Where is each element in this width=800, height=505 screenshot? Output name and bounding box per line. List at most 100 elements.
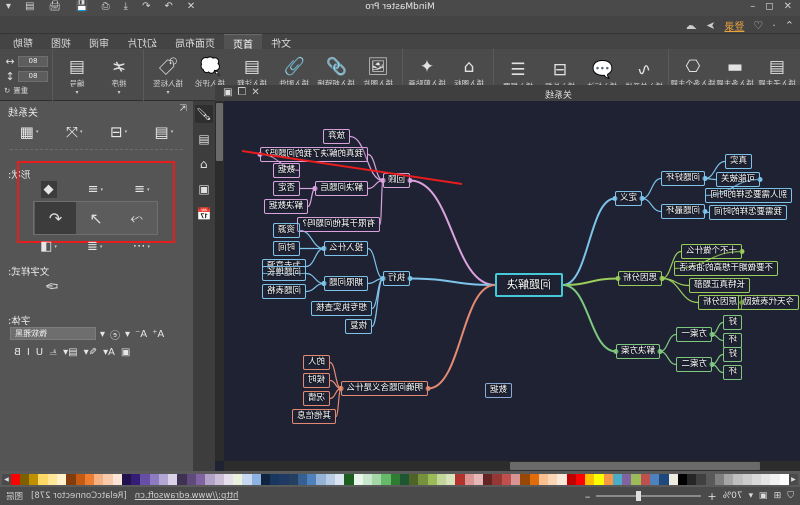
mindmap-node[interactable]: 问题好坏 <box>660 171 705 187</box>
quick-access-toolbar[interactable]: ✕ ↷ ↶ ⤓ ⎙ 💾 🖨 ▤ ▾ <box>6 1 195 12</box>
horizontal-scroll-thumb[interactable] <box>510 462 760 470</box>
color-palette[interactable]: ◀ ▶ <box>0 471 800 487</box>
color-swatch-67[interactable] <box>158 473 169 485</box>
color-swatch-75[interactable] <box>84 473 95 485</box>
side-icon-rail[interactable]: 🖌 ▤ ⌂ ▣ 📅 <box>193 101 215 471</box>
ribbon-button-排序[interactable]: ≭ 排序 ▾ <box>99 56 139 96</box>
chevron-up-icon[interactable]: ⌃ <box>785 19 794 32</box>
palette-left-arrow[interactable]: ◀ <box>789 473 798 485</box>
mindmap-node[interactable]: 方案二 <box>676 357 712 373</box>
ribbon-button-插入图片[interactable]: 🖼 插入图片 <box>358 56 398 89</box>
document-tab[interactable]: ✕ ❐ ▣ <box>223 87 260 98</box>
color-swatch-4[interactable] <box>742 473 752 485</box>
view-grid-icon[interactable]: ⊞ <box>774 491 782 501</box>
color-swatch-3[interactable] <box>751 473 762 485</box>
color-swatch-82[interactable] <box>19 473 30 485</box>
login-link[interactable]: 登录 <box>724 18 744 33</box>
color-swatch-44[interactable] <box>372 473 382 485</box>
color-swatch-34[interactable] <box>464 473 474 485</box>
canvas-horizontal-scrollbar[interactable] <box>224 461 800 471</box>
line-style-button-2[interactable]: ◆ <box>40 181 57 198</box>
color-swatch-12[interactable] <box>668 473 678 485</box>
color-swatch-10[interactable] <box>687 473 697 485</box>
color-swatch-17[interactable] <box>622 473 632 485</box>
color-swatch-50[interactable] <box>316 473 326 485</box>
color-swatch-13[interactable] <box>659 473 669 485</box>
color-swatch-31[interactable] <box>492 473 502 485</box>
color-swatch-72[interactable] <box>112 473 122 485</box>
mindmap-root-node[interactable]: 问题解决 <box>495 273 563 298</box>
color-swatch-7[interactable] <box>714 473 725 485</box>
mindmap-node[interactable]: 方案一 <box>676 327 712 343</box>
chevron-down-icon[interactable]: ▾ <box>147 187 150 193</box>
color-swatch-20[interactable] <box>594 473 604 485</box>
font-format-tool-7[interactable]: B <box>14 347 21 358</box>
mindmap-node[interactable]: 况情 <box>302 391 330 407</box>
color-swatch-14[interactable] <box>650 473 660 485</box>
qat-icon-7[interactable]: ▤ <box>25 1 34 12</box>
color-swatch-11[interactable] <box>677 473 688 485</box>
color-swatch-43[interactable] <box>381 473 391 485</box>
rail-icon-outline[interactable]: ▤ <box>195 130 213 148</box>
vertical-scroll-thumb[interactable] <box>216 103 223 161</box>
account-area[interactable]: ⌃ · ♡ 登录 ➤ ☁ <box>686 18 794 33</box>
mindmap-node[interactable]: 候时 <box>302 373 330 389</box>
font-tool-1[interactable]: A⁻ <box>135 329 147 340</box>
chevron-down-icon[interactable]: ▾ <box>101 187 104 193</box>
chevron-down-icon[interactable]: ▾ <box>171 129 174 135</box>
mindmap-node[interactable]: 投入什么 <box>323 241 368 257</box>
line-style-buttons[interactable]: ▾ ≡ ▾ ≡ ◆ <box>25 181 165 198</box>
zoom-slider[interactable] <box>596 491 702 501</box>
mindmap-node[interactable]: 资源 <box>272 223 300 239</box>
document-tab-close-icon[interactable]: ✕ <box>251 87 259 98</box>
qat-icon-0[interactable]: ✕ <box>187 1 195 12</box>
flyout-option-2[interactable]: ↶ <box>35 202 76 234</box>
font-format-tool-1[interactable]: A▾ <box>103 347 115 358</box>
mindmap-node[interactable]: 其他信息 <box>291 409 336 425</box>
color-swatch-71[interactable] <box>121 473 132 485</box>
color-swatch-33[interactable] <box>473 473 484 485</box>
color-swatch-70[interactable] <box>131 473 141 485</box>
color-swatch-9[interactable] <box>696 473 706 485</box>
heart-icon[interactable]: ♡ <box>753 19 763 32</box>
mindmap-node[interactable]: 的人 <box>302 355 330 371</box>
color-swatch-63[interactable] <box>196 473 206 485</box>
color-swatch-55[interactable] <box>270 473 280 485</box>
mindmap-node[interactable]: 长特真正题部 <box>688 278 750 294</box>
mindmap-node[interactable]: 今天代表鼓励 <box>737 295 799 311</box>
mindmap-node[interactable]: 定义 <box>614 191 642 207</box>
color-swatch-37[interactable] <box>436 473 447 485</box>
mindmap-node[interactable]: 坏 <box>723 365 742 381</box>
flyout-option-1[interactable]: ↗ <box>76 202 117 234</box>
document-tab-label[interactable]: 关系线 <box>545 88 572 101</box>
color-swatch-2[interactable] <box>761 473 771 485</box>
ribbon-button-插入多个主题[interactable]: ⎔ 插入多个主题 <box>671 56 716 89</box>
shape-buttons[interactable]: ▾ ▤ ▾ ⊟ ▾ ⤧ ▾ ▦ <box>6 123 187 141</box>
color-swatch-23[interactable] <box>566 473 576 485</box>
color-swatch-56[interactable] <box>260 473 271 485</box>
zoom-out-button[interactable]: – <box>585 490 591 503</box>
color-swatch-8[interactable] <box>705 473 715 485</box>
window-controls[interactable]: ✕ ◻ – <box>750 1 792 12</box>
color-swatch-77[interactable] <box>66 473 76 485</box>
reset-spacing-button[interactable]: 重置 ↺ <box>4 85 28 96</box>
panel-pin-icon[interactable]: ⇱ <box>179 104 187 114</box>
mindmap-node[interactable]: 回顾 <box>382 173 410 189</box>
color-swatch-64[interactable] <box>186 473 196 485</box>
zoom-slider-knob[interactable] <box>636 491 642 501</box>
color-swatch-76[interactable] <box>75 473 85 485</box>
color-swatch-60[interactable] <box>223 473 234 485</box>
color-swatch-1[interactable] <box>770 473 780 485</box>
chevron-down-icon[interactable]: ▾ <box>167 89 170 96</box>
chevron-down-icon[interactable]: ▾ <box>76 89 79 96</box>
chevron-down-icon[interactable]: ▾ <box>147 244 150 250</box>
color-swatch-57[interactable] <box>251 473 261 485</box>
line-style-button-1[interactable]: ▾ ≣ <box>87 239 102 254</box>
color-swatch-53[interactable] <box>288 473 298 485</box>
color-swatch-21[interactable] <box>585 473 595 485</box>
color-swatch-29[interactable] <box>511 473 521 485</box>
text-style-icon[interactable]: ✑ <box>45 277 58 296</box>
color-swatch-26[interactable] <box>538 473 549 485</box>
mindmap-node[interactable]: 好 <box>723 347 742 363</box>
ribbon-button-插入附件[interactable]: 📎 插入附件 <box>274 56 314 89</box>
